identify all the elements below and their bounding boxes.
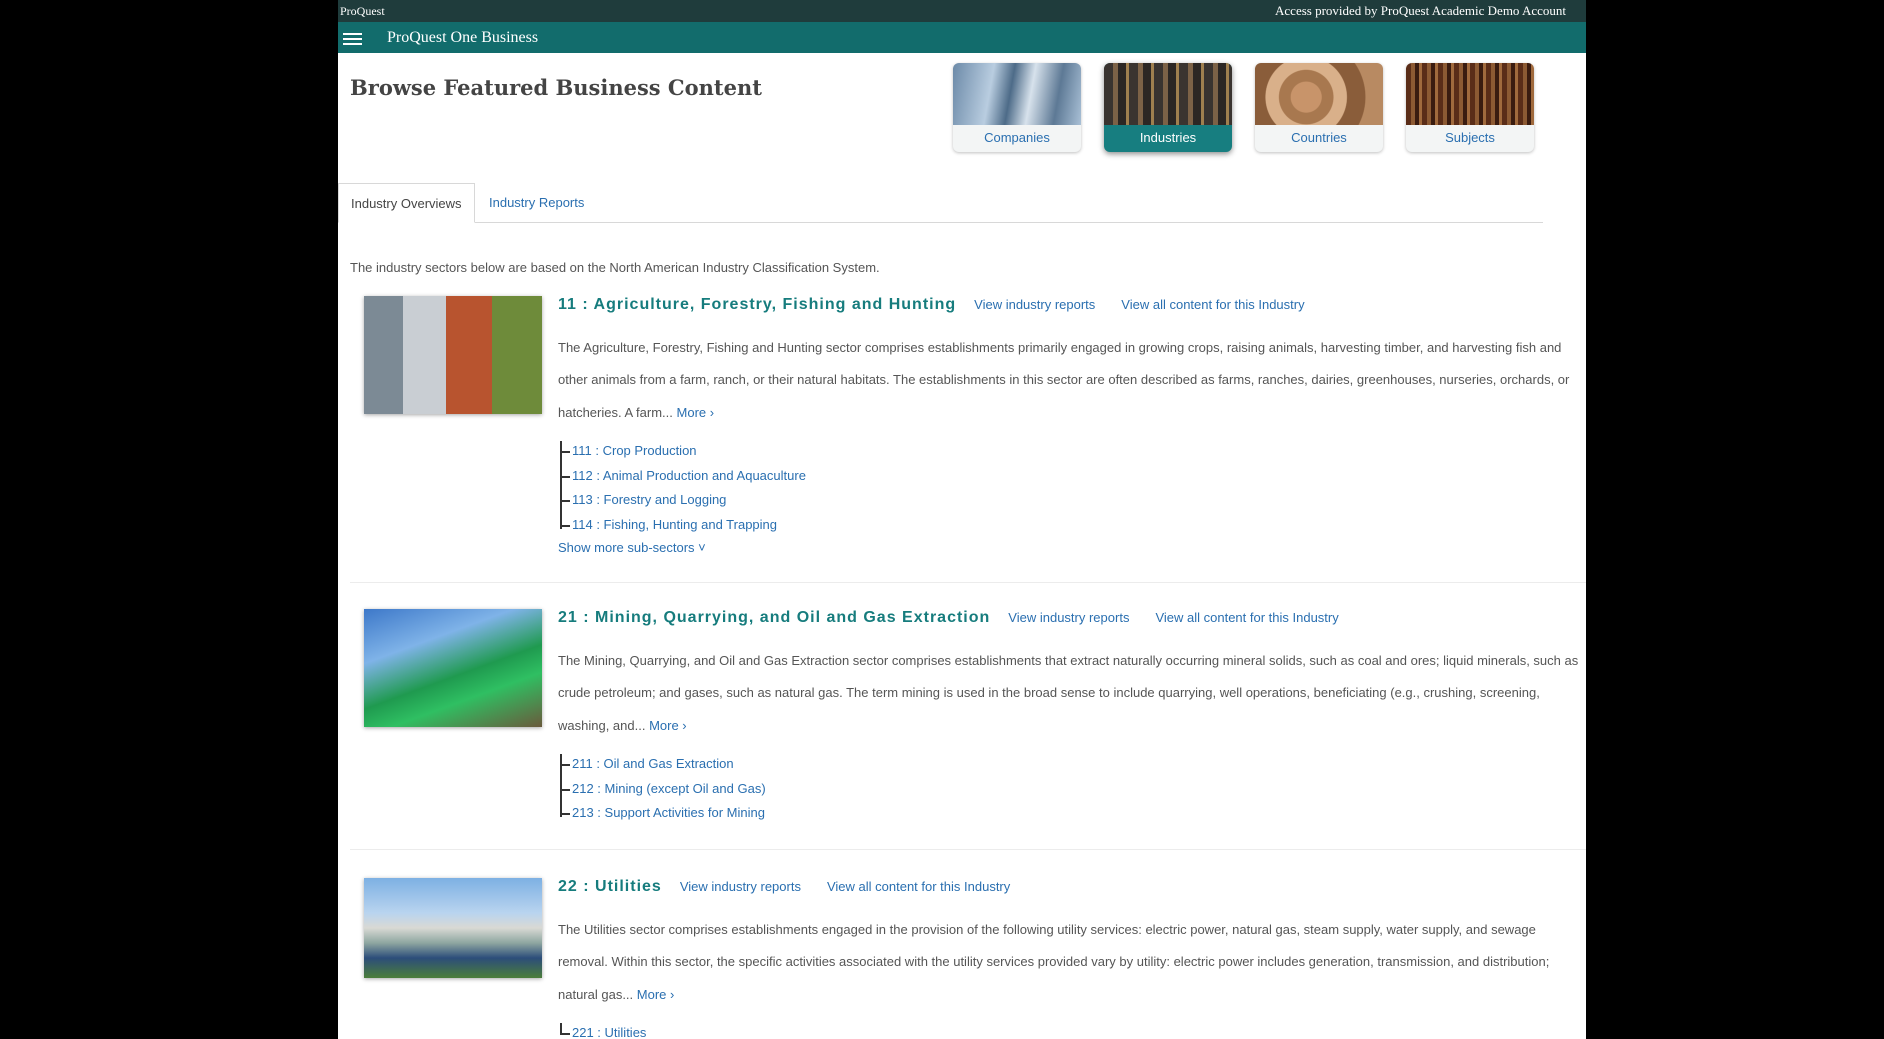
sector-image [364, 609, 542, 727]
subsector-link[interactable]: 211 : Oil and Gas Extraction [560, 752, 1583, 777]
sector-title[interactable]: 11 : Agriculture, Forestry, Fishing and … [558, 296, 956, 314]
category-label: Companies [984, 130, 1050, 145]
view-all-content-link[interactable]: View all content for this Industry [1121, 297, 1304, 312]
subsector-list: 211 : Oil and Gas Extraction 212 : Minin… [558, 752, 1583, 826]
subsector-link[interactable]: 113 : Forestry and Logging [560, 488, 1583, 513]
subsector-link[interactable]: 213 : Support Activities for Mining [560, 801, 1583, 826]
show-more-subsectors[interactable]: Show more sub-sectors ˅ [558, 540, 1583, 555]
countries-image [1255, 63, 1383, 125]
hamburger-icon[interactable] [343, 30, 363, 46]
nav-bar: ProQuest One Business [338, 22, 1586, 53]
subsector-link[interactable]: 111 : Crop Production [560, 439, 1583, 464]
view-industry-reports-link[interactable]: View industry reports [680, 879, 801, 894]
sector-image [364, 878, 542, 978]
subsector-list: 221 : Utilities [558, 1021, 1583, 1039]
header-area: Browse Featured Business Content Compani… [338, 53, 1586, 183]
category-label: Industries [1139, 130, 1197, 145]
divider [350, 582, 1586, 583]
category-card-subjects[interactable]: Subjects [1406, 63, 1534, 152]
category-card-companies[interactable]: Companies [953, 63, 1081, 152]
view-all-content-link[interactable]: View all content for this Industry [827, 879, 1010, 894]
intro-text: The industry sectors below are based on … [350, 260, 880, 275]
divider [350, 849, 1586, 850]
more-link[interactable]: More › [677, 405, 715, 420]
category-label: Subjects [1445, 130, 1495, 145]
industries-image [1104, 63, 1232, 125]
page-title: Browse Featured Business Content [350, 75, 762, 100]
product-name[interactable]: ProQuest One Business [387, 29, 538, 47]
sector-description: The Agriculture, Forestry, Fishing and H… [558, 332, 1583, 429]
sector-description: The Utilities sector comprises establish… [558, 914, 1583, 1011]
view-all-content-link[interactable]: View all content for this Industry [1155, 610, 1338, 625]
more-link[interactable]: More › [637, 987, 675, 1002]
tab-industry-reports[interactable]: Industry Reports [477, 183, 596, 223]
subsector-link[interactable]: 112 : Animal Production and Aquaculture [560, 464, 1583, 489]
category-card-countries[interactable]: Countries [1255, 63, 1383, 152]
subjects-image [1406, 63, 1534, 125]
sector-image [364, 296, 542, 414]
description-text: The Mining, Quarrying, and Oil and Gas E… [558, 653, 1579, 733]
view-industry-reports-link[interactable]: View industry reports [974, 297, 1095, 312]
view-industry-reports-link[interactable]: View industry reports [1008, 610, 1129, 625]
more-link[interactable]: More › [649, 718, 687, 733]
category-label: Countries [1291, 130, 1347, 145]
subsector-list: 111 : Crop Production 112 : Animal Produ… [558, 439, 1583, 538]
subsector-link[interactable]: 114 : Fishing, Hunting and Trapping [560, 513, 1583, 538]
subsector-link[interactable]: 212 : Mining (except Oil and Gas) [560, 777, 1583, 802]
sector-title[interactable]: 21 : Mining, Quarrying, and Oil and Gas … [558, 609, 990, 627]
access-label: Access provided by ProQuest Academic Dem… [1275, 3, 1566, 18]
tree-line [560, 440, 562, 529]
sector-title[interactable]: 22 : Utilities [558, 878, 662, 896]
companies-image [953, 63, 1081, 125]
description-text: The Utilities sector comprises establish… [558, 922, 1550, 1002]
category-card-industries[interactable]: Industries [1104, 63, 1232, 152]
sector-description: The Mining, Quarrying, and Oil and Gas E… [558, 645, 1583, 742]
top-bar: ProQuest Access provided by ProQuest Aca… [338, 0, 1586, 22]
brand-label: ProQuest [340, 3, 385, 18]
app-window: ProQuest Access provided by ProQuest Aca… [338, 0, 1586, 1039]
tab-industry-overviews[interactable]: Industry Overviews [338, 183, 475, 223]
category-cards: Companies Industries Countries Subjects [953, 63, 1534, 152]
subsector-link[interactable]: 221 : Utilities [560, 1021, 1583, 1039]
tab-bar: Industry Overviews Industry Reports [338, 183, 1543, 223]
